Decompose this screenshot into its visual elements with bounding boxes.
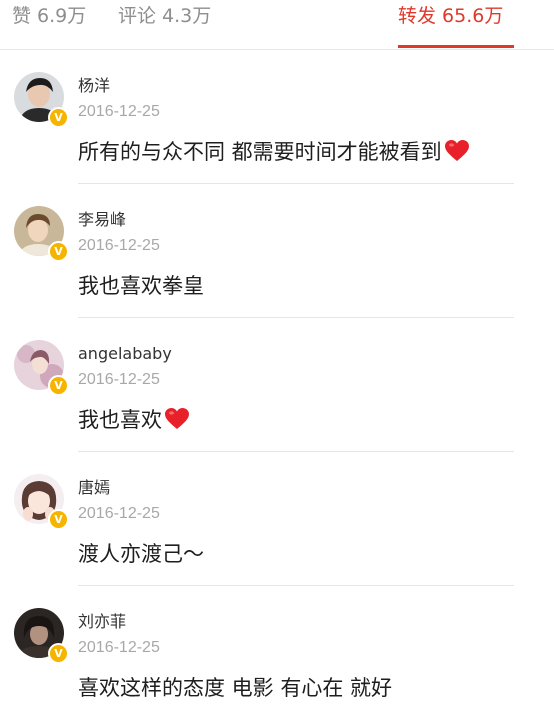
user-name[interactable]: angelababy <box>78 344 172 364</box>
repost-text: 喜欢这样的态度 电影 有心在 就好 <box>78 674 392 702</box>
verified-badge-icon: V <box>48 643 69 664</box>
post-date: 2016-12-25 <box>78 639 160 656</box>
repost-list: V 杨洋 2016-12-25 所有的与众不同 都需要时间才能被看到 V 李易峰… <box>0 50 554 720</box>
repost-text-body: 我也喜欢拳皇 <box>78 274 204 298</box>
tab-likes[interactable]: 赞 6.9万 <box>12 4 86 28</box>
repost-text-body: 我也喜欢 <box>78 408 162 432</box>
stats-tab-bar: 赞 6.9万 评论 4.3万 转发 65.6万 <box>0 0 554 50</box>
repost-text: 渡人亦渡己～ <box>78 540 204 568</box>
user-name[interactable]: 唐嫣 <box>78 478 110 498</box>
post-date: 2016-12-25 <box>78 371 160 388</box>
repost-text-body: 所有的与众不同 都需要时间才能被看到 <box>78 140 442 164</box>
user-name[interactable]: 杨洋 <box>78 76 110 96</box>
repost-item[interactable]: V 李易峰 2016-12-25 我也喜欢拳皇 <box>0 184 554 318</box>
post-date: 2016-12-25 <box>78 237 160 254</box>
repost-text: 所有的与众不同 都需要时间才能被看到 <box>78 138 470 170</box>
repost-text-body: 喜欢这样的态度 电影 有心在 就好 <box>78 676 393 700</box>
verified-badge-icon: V <box>48 509 69 530</box>
repost-text-body: 渡人亦渡己～ <box>78 542 204 566</box>
verified-badge-icon: V <box>48 375 69 396</box>
repost-text: 我也喜欢 <box>78 406 190 438</box>
repost-item[interactable]: V 杨洋 2016-12-25 所有的与众不同 都需要时间才能被看到 <box>0 50 554 184</box>
red-heart-icon <box>444 139 470 170</box>
post-date: 2016-12-25 <box>78 103 160 120</box>
active-tab-indicator <box>398 45 514 48</box>
verified-badge-icon: V <box>48 107 69 128</box>
user-name[interactable]: 李易峰 <box>78 210 126 230</box>
tab-comments[interactable]: 评论 4.3万 <box>118 4 211 28</box>
user-name[interactable]: 刘亦菲 <box>78 612 126 632</box>
tab-reposts[interactable]: 转发 65.6万 <box>398 4 503 28</box>
red-heart-icon <box>164 407 190 438</box>
repost-item[interactable]: V angelababy 2016-12-25 我也喜欢 <box>0 318 554 452</box>
post-date: 2016-12-25 <box>78 505 160 522</box>
verified-badge-icon: V <box>48 241 69 262</box>
repost-text: 我也喜欢拳皇 <box>78 272 204 300</box>
repost-item[interactable]: V 唐嫣 2016-12-25 渡人亦渡己～ <box>0 452 554 586</box>
repost-item[interactable]: V 刘亦菲 2016-12-25 喜欢这样的态度 电影 有心在 就好 <box>0 586 554 720</box>
